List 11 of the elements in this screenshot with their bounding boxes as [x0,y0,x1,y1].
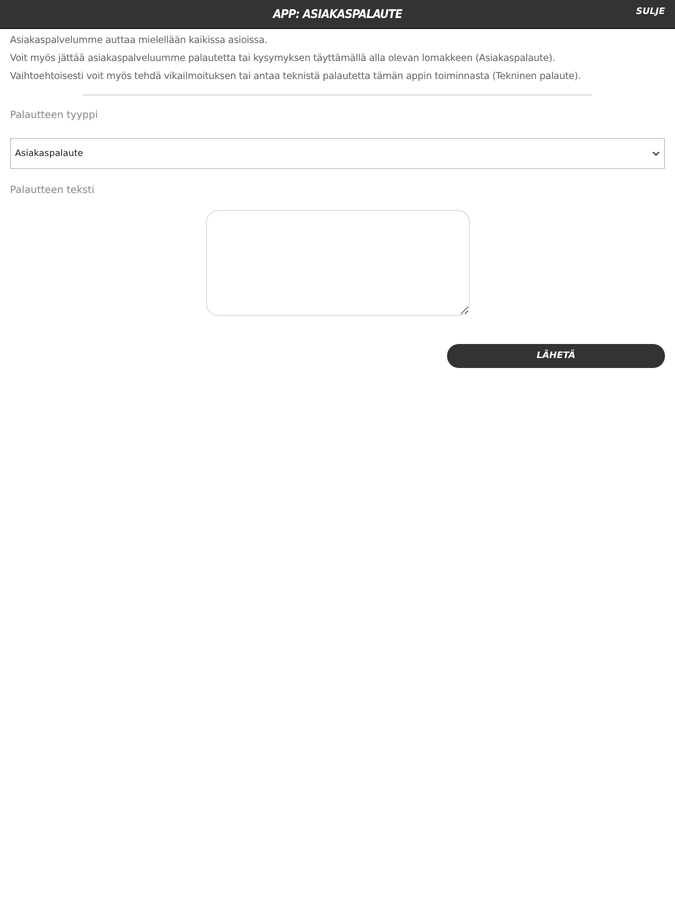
intro-paragraph: Asiakaspalvelumme auttaa mielellään kaikissa asioissa. [10,35,268,46]
field-label: Palautteen tyyppi [10,110,99,121]
intro-paragraph: Voit myös jättää asiakaspalveluumme palautetta tai kysymyksen täyttämällä alla olevan lomakkeen (Asiakaspalaute). [10,53,556,64]
type-select[interactable]: Asiakaspalaute [10,138,665,169]
feedback-text-field[interactable] [206,210,470,316]
field-label: Palautteen teksti [10,185,96,196]
submit-button[interactable]: LÄHETÄ [447,344,665,368]
intro-paragraph: Vaihtoehtoisesti voit myös tehdä vikailmoituksen tai antaa teknistä palautetta tämän appin toiminnasta (Tekninen palaute). [10,71,582,82]
chevron-down-icon [652,150,660,156]
close-button[interactable]: SULJE [636,7,665,17]
window-title: APP: ASIAKASPALAUTE [272,7,402,21]
